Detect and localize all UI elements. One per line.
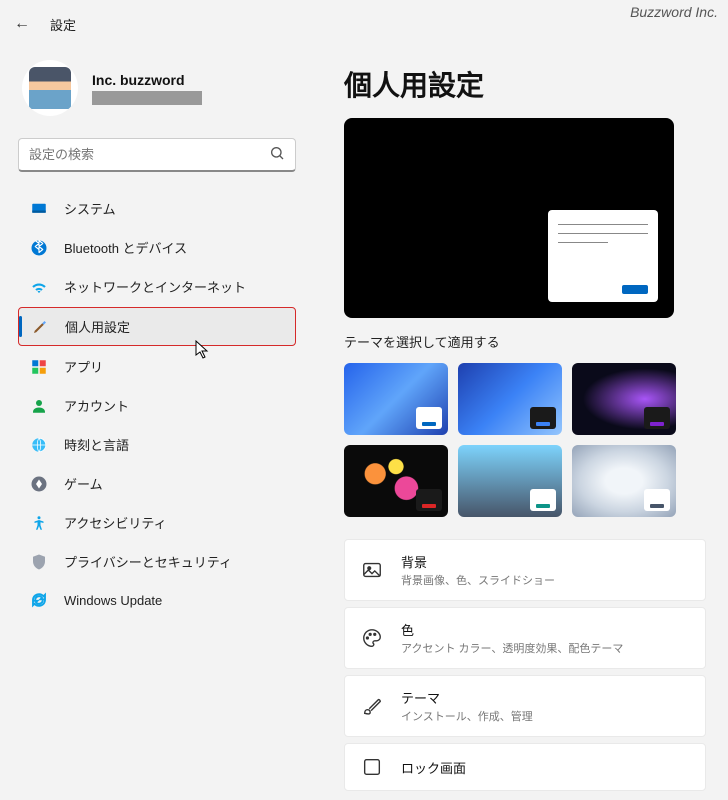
sidebar-item-bluetooth[interactable]: Bluetooth とデバイス [18,229,296,266]
sidebar-item-personalization[interactable]: 個人用設定 [18,307,296,346]
sidebar: Inc. buzzword システム Bluetooth とデバイス ネットワー… [0,40,310,800]
preview-line [558,233,648,234]
desktop-preview [344,118,674,318]
nav-label: アカウント [64,396,129,415]
preview-accent-button [622,285,648,294]
sidebar-item-system[interactable]: システム [18,190,296,227]
header-title: 設定 [50,15,76,34]
gaming-icon [30,475,48,493]
nav-label: アプリ [64,357,103,376]
update-icon [30,591,48,609]
settings-title: 背景 [401,552,555,571]
avatar [22,60,78,116]
theme-tile-2[interactable] [458,363,562,435]
sidebar-item-time[interactable]: 時刻と言語 [18,426,296,463]
user-email-redacted [92,91,202,105]
watermark: Buzzword Inc. [630,4,718,20]
main-content: 個人用設定 テーマを選択して適用する 背景 背景画像、色、ス [310,40,728,800]
clock-globe-icon [30,436,48,454]
palette-icon [361,627,383,649]
bluetooth-icon [30,239,48,257]
picture-icon [361,559,383,581]
account-icon [30,397,48,415]
settings-title: テーマ [401,688,533,707]
theme-tile-3[interactable] [572,363,676,435]
search-icon[interactable] [269,145,285,164]
settings-item-color[interactable]: 色 アクセント カラー、透明度効果、配色テーマ [344,607,706,669]
settings-sub: 背景画像、色、スライドショー [401,572,555,588]
paint-icon [31,318,49,336]
nav-list: システム Bluetooth とデバイス ネットワークとインターネット 個人用設… [18,190,310,618]
sidebar-item-gaming[interactable]: ゲーム [18,465,296,502]
back-arrow-icon[interactable]: ← [14,15,30,33]
preview-window [548,210,658,302]
search-input[interactable] [29,147,269,162]
theme-tile-1[interactable] [344,363,448,435]
sidebar-item-apps[interactable]: アプリ [18,348,296,385]
theme-tile-5[interactable] [458,445,562,517]
search-box[interactable] [18,138,296,172]
settings-item-themes[interactable]: テーマ インストール、作成、管理 [344,675,706,737]
nav-label: システム [64,199,116,218]
theme-tile-6[interactable] [572,445,676,517]
settings-item-background[interactable]: 背景 背景画像、色、スライドショー [344,539,706,601]
nav-label: ゲーム [64,474,103,493]
settings-title: ロック画面 [401,758,466,777]
sidebar-item-network[interactable]: ネットワークとインターネット [18,268,296,305]
preview-line [558,224,648,225]
system-icon [30,200,48,218]
settings-sub: アクセント カラー、透明度効果、配色テーマ [401,640,623,656]
nav-label: 個人用設定 [65,317,130,336]
brush-icon [361,695,383,717]
user-name: Inc. buzzword [92,72,202,88]
nav-label: 時刻と言語 [64,435,129,454]
theme-tile-4[interactable] [344,445,448,517]
header: ← 設定 [0,0,728,40]
shield-icon [30,553,48,571]
settings-list: 背景 背景画像、色、スライドショー 色 アクセント カラー、透明度効果、配色テー… [344,539,706,791]
accessibility-icon [30,514,48,532]
sidebar-item-privacy[interactable]: プライバシーとセキュリティ [18,543,296,580]
settings-sub: インストール、作成、管理 [401,708,533,724]
theme-grid [344,363,706,517]
page-title: 個人用設定 [344,64,706,104]
sidebar-item-update[interactable]: Windows Update [18,582,296,618]
nav-label: アクセシビリティ [64,513,167,532]
settings-item-lockscreen[interactable]: ロック画面 [344,743,706,791]
nav-label: Windows Update [64,593,162,608]
preview-line [558,242,608,243]
apps-icon [30,358,48,376]
wifi-icon [30,278,48,296]
sidebar-item-accessibility[interactable]: アクセシビリティ [18,504,296,541]
sidebar-item-accounts[interactable]: アカウント [18,387,296,424]
theme-section-label: テーマを選択して適用する [344,332,706,351]
nav-label: ネットワークとインターネット [64,277,246,296]
settings-title: 色 [401,620,623,639]
user-block[interactable]: Inc. buzzword [18,60,310,116]
nav-label: プライバシーとセキュリティ [64,552,232,571]
nav-label: Bluetooth とデバイス [64,238,187,257]
lock-icon [361,756,383,778]
